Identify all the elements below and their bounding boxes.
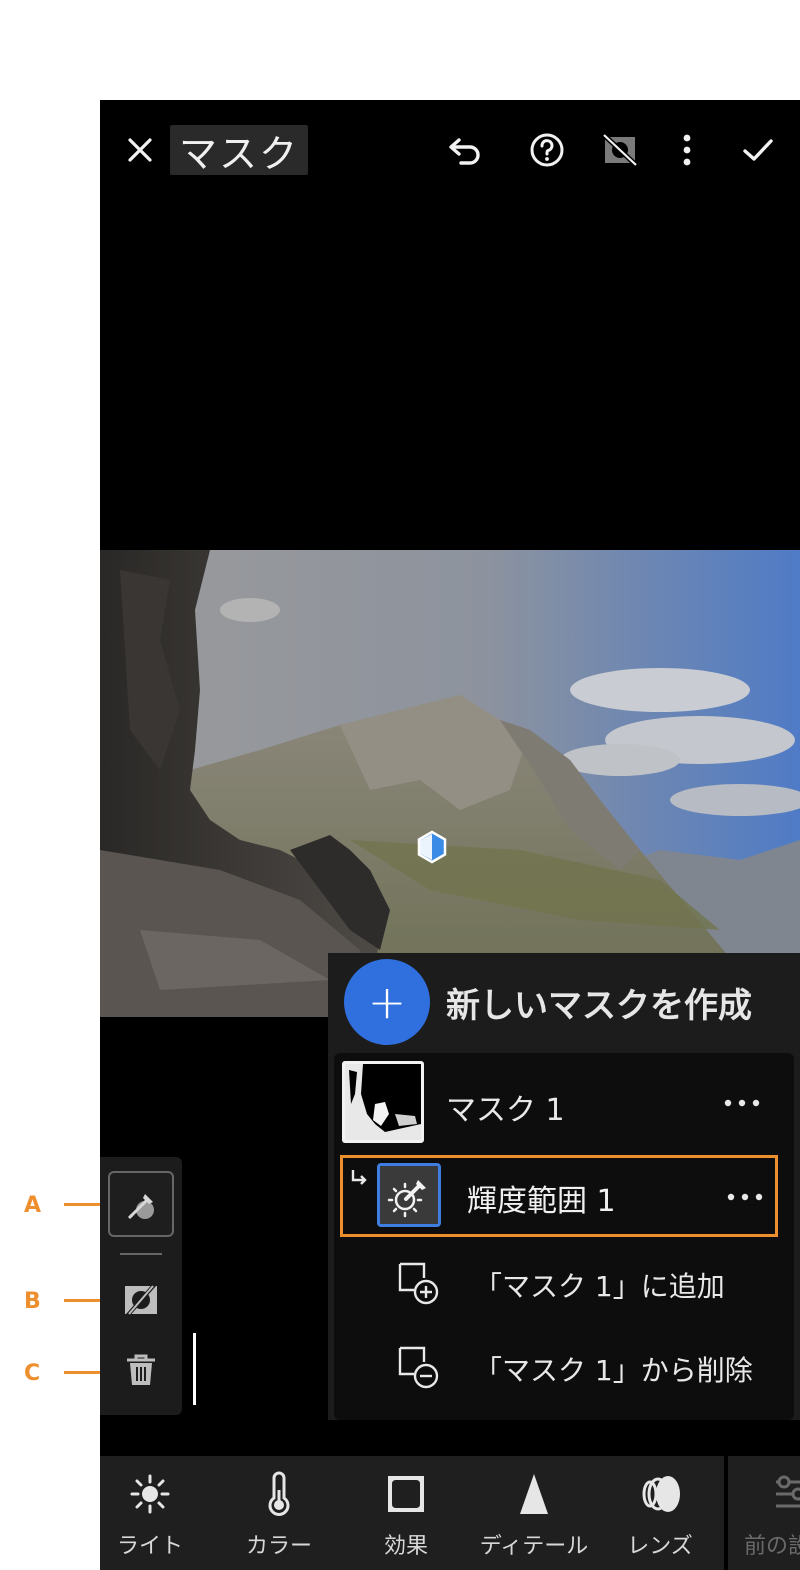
tab-light[interactable]: ライト xyxy=(100,1456,200,1570)
previous-settings-tab[interactable]: 前の設 xyxy=(728,1456,800,1570)
more-vertical-icon[interactable] xyxy=(667,130,707,170)
mask-list: マスク 1 輝度範囲 1 「マスク 1」に追加 「マスク 1」から削除 xyxy=(334,1053,794,1420)
callout-c-letter: C xyxy=(24,1361,41,1386)
tab-detail-label: ディテール xyxy=(479,1534,589,1559)
tab-effects[interactable]: 効果 xyxy=(336,1456,476,1570)
eyedropper-tool-button[interactable] xyxy=(108,1171,174,1237)
previous-settings-label: 前の設 xyxy=(744,1534,800,1559)
tab-lens-label: レンズ xyxy=(627,1534,693,1559)
detail-triangle-icon xyxy=(520,1474,548,1514)
mask-thumbnail xyxy=(342,1061,424,1143)
luminance-more-icon[interactable] xyxy=(725,1191,765,1203)
tab-color[interactable]: カラー xyxy=(209,1456,349,1570)
app-screen: マスク + 新しいマスクを作成 マスク 1 輝度範囲 1 「マスク 1」に追加 … xyxy=(100,100,800,1570)
tab-light-label: ライト xyxy=(116,1534,183,1559)
child-arrow-icon xyxy=(351,1170,367,1185)
page-title: マスク xyxy=(178,131,299,176)
mask-more-icon[interactable] xyxy=(722,1097,762,1109)
undo-icon[interactable] xyxy=(445,130,485,170)
mask-item-row[interactable]: マスク 1 xyxy=(334,1061,794,1147)
callout-a-line xyxy=(64,1203,100,1206)
tab-lens[interactable]: レンズ xyxy=(594,1456,734,1570)
luminance-range-thumbnail xyxy=(377,1163,441,1227)
add-to-mask-row[interactable]: 「マスク 1」に追加 xyxy=(334,1250,794,1320)
title-box: マスク xyxy=(170,125,308,176)
vignette-icon xyxy=(388,1476,424,1512)
eyedropper-icon xyxy=(127,1194,154,1220)
previous-settings-icon xyxy=(776,1475,800,1508)
luminance-range-label: 輝度範囲 1 xyxy=(467,1184,616,1219)
lens-icon xyxy=(642,1476,680,1512)
close-icon[interactable] xyxy=(122,132,158,168)
text-cursor-line xyxy=(193,1333,196,1405)
bottom-toolbar: ライト カラー 効果 ディテール レンズ xyxy=(100,1456,724,1570)
create-mask-button[interactable]: + xyxy=(344,959,430,1045)
mountain-photo xyxy=(100,550,800,1017)
thermometer-icon xyxy=(268,1471,290,1516)
add-to-mask-label: 「マスク 1」に追加 xyxy=(474,1270,725,1303)
subtract-from-mask-row[interactable]: 「マスク 1」から削除 xyxy=(334,1334,794,1404)
callout-b-letter: B xyxy=(24,1289,41,1314)
create-mask-row[interactable]: + 新しいマスクを作成 xyxy=(328,953,800,1051)
mask-panel: + 新しいマスクを作成 マスク 1 輝度範囲 1 「マスク 1」に追加 「マスク… xyxy=(328,953,800,1420)
tool-divider xyxy=(120,1253,162,1255)
help-icon[interactable] xyxy=(527,130,567,170)
side-tool-strip xyxy=(100,1157,182,1415)
callout-b-line xyxy=(64,1299,100,1302)
create-mask-label: 新しいマスクを作成 xyxy=(446,986,752,1026)
top-bar: マスク xyxy=(100,100,800,200)
tab-effects-label: 効果 xyxy=(383,1534,428,1559)
mask-pin-icon[interactable] xyxy=(415,830,449,864)
check-icon[interactable] xyxy=(738,130,778,170)
mask-overlay-toggle-icon[interactable] xyxy=(600,130,640,170)
photo-canvas[interactable] xyxy=(100,550,800,1017)
subtract-mask-icon xyxy=(398,1346,439,1389)
sun-icon xyxy=(130,1474,170,1514)
subtract-from-mask-label: 「マスク 1」から削除 xyxy=(474,1354,753,1387)
add-mask-icon xyxy=(398,1262,439,1305)
tab-color-label: カラー xyxy=(245,1534,312,1559)
callout-a-letter: A xyxy=(24,1193,42,1218)
callout-c-line xyxy=(64,1371,100,1374)
trash-icon[interactable] xyxy=(121,1350,161,1390)
tab-detail[interactable]: ディテール xyxy=(464,1456,604,1570)
luminance-range-row[interactable]: 輝度範囲 1 xyxy=(340,1155,778,1237)
invert-mask-icon[interactable] xyxy=(121,1280,161,1320)
mask-name-label: マスク 1 xyxy=(446,1093,565,1128)
luminance-eyedropper-icon xyxy=(387,1180,426,1218)
